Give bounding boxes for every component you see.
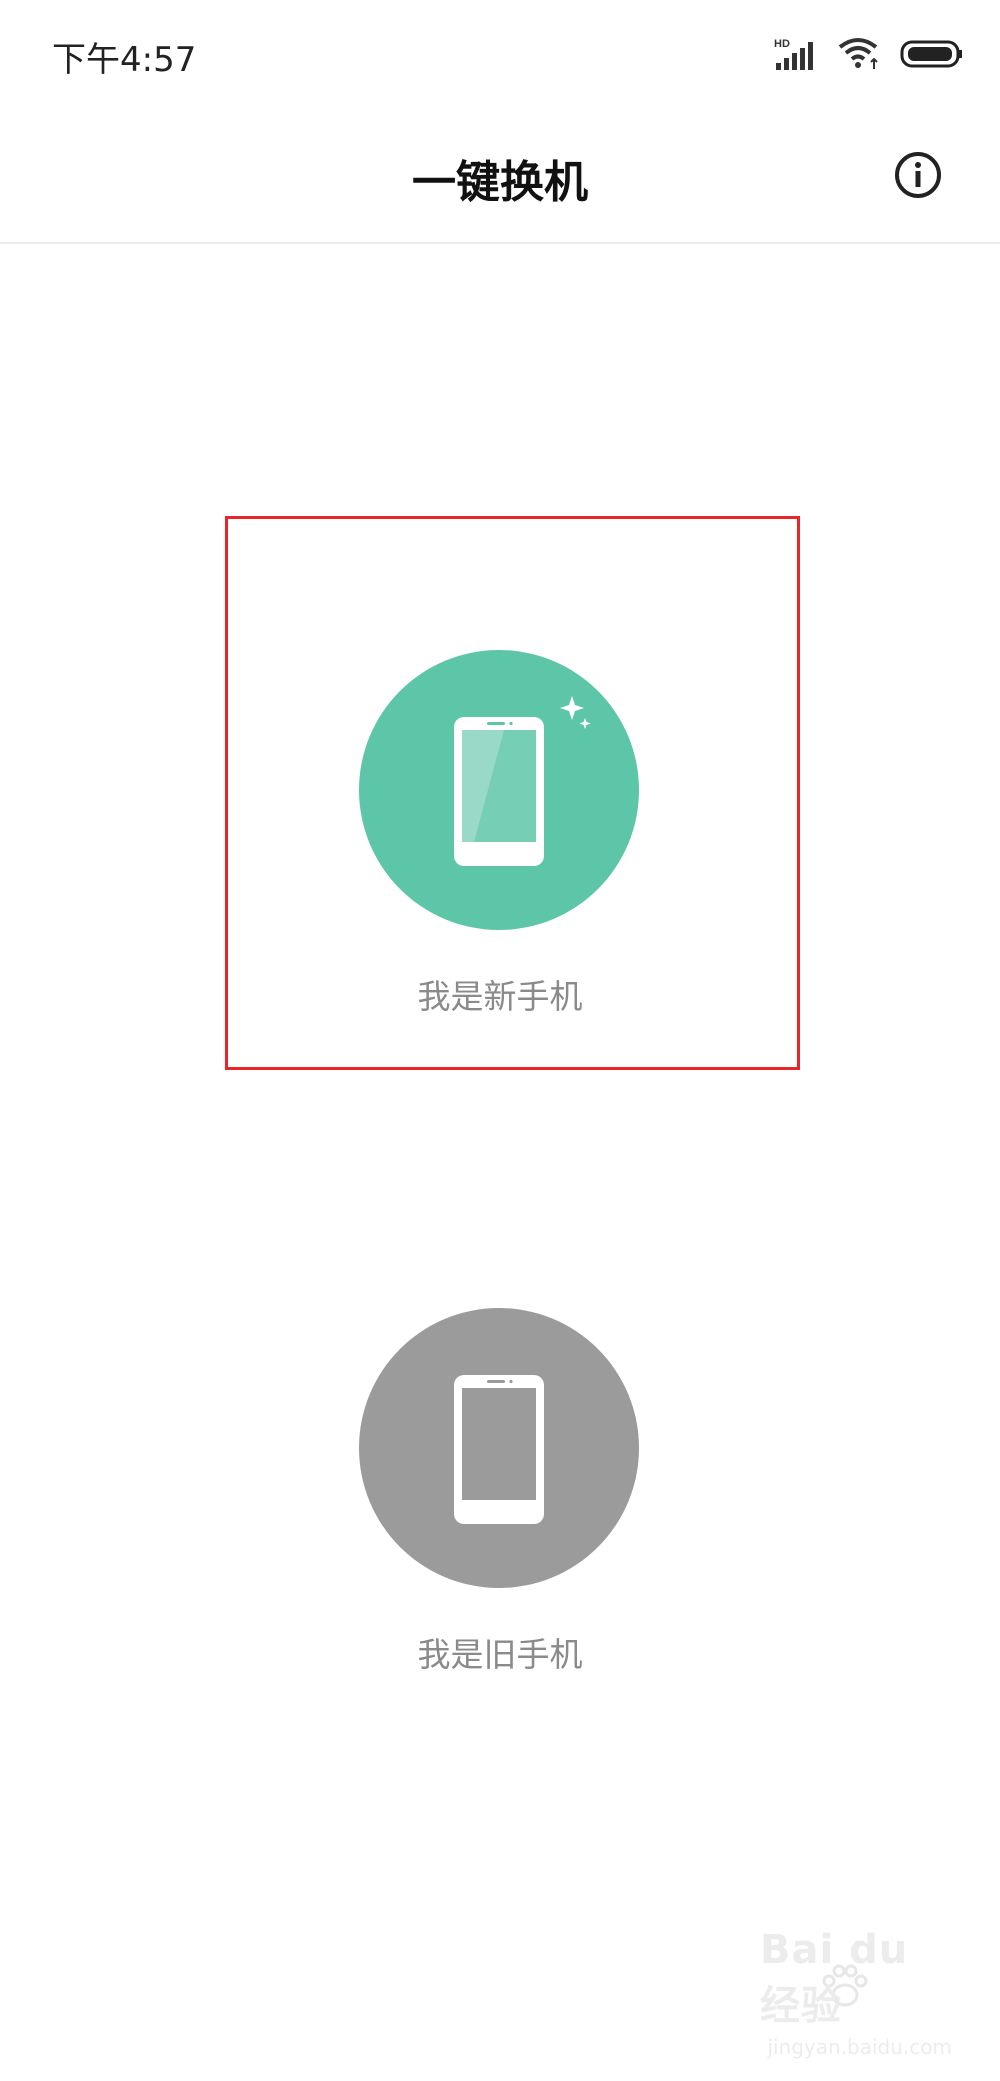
sparkle-icon [560, 696, 584, 720]
signal-hd-label: HD [774, 38, 790, 50]
title-bar: 一键换机 [0, 110, 1000, 244]
screen: 下午4:57 HD 一键换机 我是新手机 我是旧手机 Bai du 经验 jin… [0, 0, 1000, 2081]
watermark-sub: jingyan.baidu.com [767, 2035, 952, 2059]
old-phone-option[interactable]: 我是旧手机 [0, 1308, 1000, 1688]
old-phone-label: 我是旧手机 [417, 1635, 583, 1674]
watermark-text: Bai du 经验 [760, 1927, 909, 2029]
status-bar: 下午4:57 HD [0, 0, 1000, 110]
signal-icon: HD [774, 38, 813, 70]
new-phone-icon [454, 696, 591, 866]
old-phone-icon [454, 1375, 544, 1524]
page-title: 一键换机 [412, 157, 588, 208]
battery-icon [900, 40, 962, 68]
baidu-watermark: Bai du 经验 jingyan.baidu.com [760, 1927, 960, 2071]
info-icon [895, 152, 941, 198]
old-phone-circle [359, 1308, 639, 1588]
info-button[interactable] [893, 150, 943, 200]
status-time: 下午4:57 [52, 40, 197, 80]
new-phone-option[interactable]: 我是新手机 [0, 650, 1000, 1030]
wifi-icon [838, 38, 878, 69]
new-phone-circle [359, 650, 639, 930]
status-icons: HD [774, 34, 964, 74]
new-phone-label: 我是新手机 [417, 977, 583, 1016]
